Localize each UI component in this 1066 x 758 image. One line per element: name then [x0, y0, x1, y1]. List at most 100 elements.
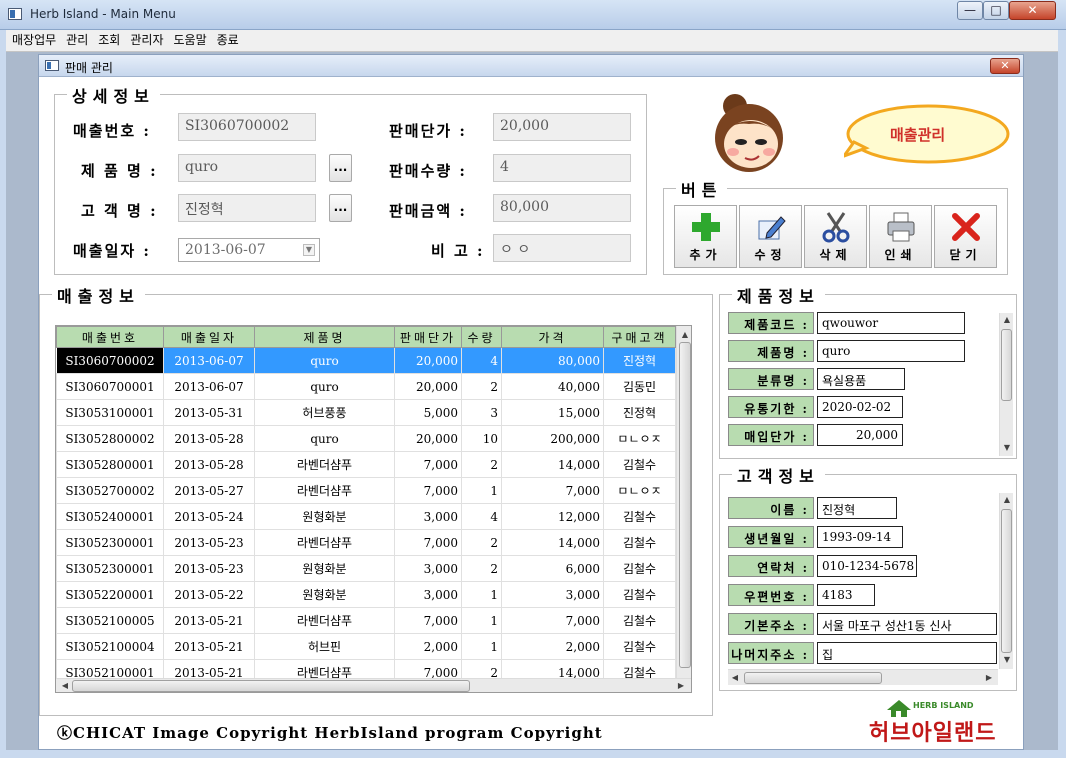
table-cell[interactable]: 7,000: [501, 477, 604, 504]
product-field[interactable]: quro: [178, 154, 316, 182]
table-cell[interactable]: 2: [461, 529, 502, 556]
table-cell[interactable]: SI3052800001: [56, 451, 164, 478]
table-cell[interactable]: 2013-05-21: [163, 633, 255, 660]
table-cell[interactable]: 원형화분: [254, 503, 395, 530]
customer-info-value[interactable]: 4183: [817, 584, 875, 606]
table-cell[interactable]: 7,000: [394, 607, 462, 634]
table-cell[interactable]: 3: [461, 399, 502, 426]
table-cell[interactable]: 7,000: [394, 529, 462, 556]
customer-info-value[interactable]: 010-1234-5678: [817, 555, 917, 577]
scroll-down-arrow-icon[interactable]: ▼: [1000, 441, 1014, 455]
amount-field[interactable]: 80,000: [493, 194, 631, 222]
table-cell[interactable]: 4: [461, 347, 502, 374]
sales-no-field[interactable]: SI3060700002: [178, 113, 316, 141]
table-row[interactable]: SI3060700001 2013-06-07 quro 20,000 2 40,000 김…: [56, 373, 676, 400]
table-cell[interactable]: SI3052300001: [56, 529, 164, 556]
table-row[interactable]: SI3052700002 2013-05-27 라벤더샴푸 7,000 1 7,000 ㅁㄴ…: [56, 477, 676, 504]
table-cell[interactable]: 2,000: [501, 633, 604, 660]
table-cell[interactable]: 김동민: [603, 373, 676, 400]
table-cell[interactable]: 원형화분: [254, 581, 395, 608]
product-info-value[interactable]: qwouwor: [817, 312, 965, 334]
table-cell[interactable]: 6,000: [501, 555, 604, 582]
customer-field[interactable]: 진정혁: [178, 194, 316, 222]
customer-info-hthumb[interactable]: [744, 672, 882, 684]
table-cell[interactable]: 김철수: [603, 555, 676, 582]
customer-info-value[interactable]: 1993-09-14: [817, 526, 903, 548]
table-cell[interactable]: 20,000: [394, 347, 462, 374]
window-close-button[interactable]: ✕: [1009, 1, 1056, 20]
table-row[interactable]: SI3052200001 2013-05-22 원형화분 3,000 1 3,000 김철수: [56, 581, 676, 608]
table-row[interactable]: SI3052300001 2013-05-23 원형화분 3,000 2 6,000 김철수: [56, 555, 676, 582]
table-cell[interactable]: 라벤더샴푸: [254, 529, 395, 556]
table-cell[interactable]: 80,000: [501, 347, 604, 374]
table-cell[interactable]: 2013-06-07: [163, 373, 255, 400]
table-cell[interactable]: SI3052300001: [56, 555, 164, 582]
table-cell[interactable]: 허브풍풍: [254, 399, 395, 426]
table-cell[interactable]: 2013-05-28: [163, 425, 255, 452]
table-row[interactable]: SI3052100004 2013-05-21 허브핀 2,000 1 2,000 김철수: [56, 633, 676, 660]
table-cell[interactable]: SI3052400001: [56, 503, 164, 530]
table-cell[interactable]: 2013-05-24: [163, 503, 255, 530]
table-cell[interactable]: 2: [461, 451, 502, 478]
scroll-down-arrow-icon[interactable]: ▼: [1000, 653, 1014, 667]
scroll-up-arrow-icon[interactable]: ▲: [1000, 493, 1014, 507]
table-cell[interactable]: 7,000: [501, 607, 604, 634]
table-row[interactable]: SI3052100005 2013-05-21 라벤더샴푸 7,000 1 7,000 김철…: [56, 607, 676, 634]
sales-column-header[interactable]: 제품명: [254, 326, 395, 348]
customer-info-horizontal-scrollbar[interactable]: ◀ ▶: [728, 669, 998, 685]
scroll-left-arrow-icon[interactable]: ◀: [58, 679, 72, 692]
table-cell[interactable]: 15,000: [501, 399, 604, 426]
customer-info-value[interactable]: 서울 마포구 성산1동 신사: [817, 613, 997, 635]
table-cell[interactable]: SI3060700002: [56, 347, 164, 374]
table-cell[interactable]: quro: [254, 373, 395, 400]
table-row[interactable]: SI3053100001 2013-05-31 허브풍풍 5,000 3 15,000 진정…: [56, 399, 676, 426]
table-cell[interactable]: 2013-05-27: [163, 477, 255, 504]
customer-info-thumb[interactable]: [1001, 509, 1012, 653]
sales-column-header[interactable]: 가격: [501, 326, 604, 348]
scroll-up-arrow-icon[interactable]: ▲: [678, 328, 691, 342]
add-button[interactable]: 추가: [674, 205, 737, 268]
sales-vertical-thumb[interactable]: [679, 342, 691, 668]
table-cell[interactable]: SI3052200001: [56, 581, 164, 608]
table-cell[interactable]: 1: [461, 633, 502, 660]
menu-item-help[interactable]: 도움말: [168, 30, 211, 51]
child-titlebar[interactable]: 판매 관리 ✕: [39, 55, 1023, 77]
table-cell[interactable]: 3,000: [394, 555, 462, 582]
menu-item-admin[interactable]: 관리자: [125, 30, 168, 51]
table-cell[interactable]: 진정혁: [603, 347, 676, 374]
table-cell[interactable]: 40,000: [501, 373, 604, 400]
customer-lookup-button[interactable]: ...: [329, 194, 352, 222]
table-cell[interactable]: SI3052700002: [56, 477, 164, 504]
customer-info-vertical-scrollbar[interactable]: ▲ ▼: [999, 493, 1013, 669]
menu-item-store[interactable]: 매장업무: [6, 30, 61, 51]
table-cell[interactable]: 1: [461, 477, 502, 504]
table-cell[interactable]: ㅁㄴㅇㅈ: [603, 477, 676, 504]
table-cell[interactable]: 허브핀: [254, 633, 395, 660]
table-cell[interactable]: quro: [254, 347, 395, 374]
table-row[interactable]: SI3060700002 2013-06-07 quro 20,000 4 80,000 진…: [56, 347, 676, 374]
customer-info-value[interactable]: 집: [817, 642, 997, 664]
table-cell[interactable]: 1: [461, 607, 502, 634]
scroll-right-arrow-icon[interactable]: ▶: [982, 671, 996, 685]
table-row[interactable]: SI3052400001 2013-05-24 원형화분 3,000 4 12,000 김철…: [56, 503, 676, 530]
table-cell[interactable]: SI3060700001: [56, 373, 164, 400]
calendar-dropdown-icon[interactable]: ▼: [303, 244, 315, 256]
scroll-right-arrow-icon[interactable]: ▶: [674, 679, 688, 692]
table-cell[interactable]: 김철수: [603, 451, 676, 478]
table-cell[interactable]: SI3052800002: [56, 425, 164, 452]
table-row[interactable]: SI3052300001 2013-05-23 라벤더샴푸 7,000 2 14,000 김…: [56, 529, 676, 556]
table-cell[interactable]: 김철수: [603, 529, 676, 556]
table-cell[interactable]: 김철수: [603, 607, 676, 634]
print-button[interactable]: 인쇄: [869, 205, 932, 268]
window-titlebar[interactable]: Herb Island - Main Menu — □ ✕: [0, 0, 1066, 30]
menu-item-exit[interactable]: 종료: [212, 30, 244, 51]
sales-column-header[interactable]: 수량: [461, 326, 502, 348]
table-cell[interactable]: SI3052100004: [56, 633, 164, 660]
table-cell[interactable]: SI3052100005: [56, 607, 164, 634]
product-lookup-button[interactable]: ...: [329, 154, 352, 182]
scroll-left-arrow-icon[interactable]: ◀: [728, 671, 742, 685]
customer-info-value[interactable]: 진정혁: [817, 497, 897, 519]
table-cell[interactable]: 김철수: [603, 581, 676, 608]
maximize-button[interactable]: □: [983, 1, 1009, 20]
table-cell[interactable]: 2013-06-07: [163, 347, 255, 374]
